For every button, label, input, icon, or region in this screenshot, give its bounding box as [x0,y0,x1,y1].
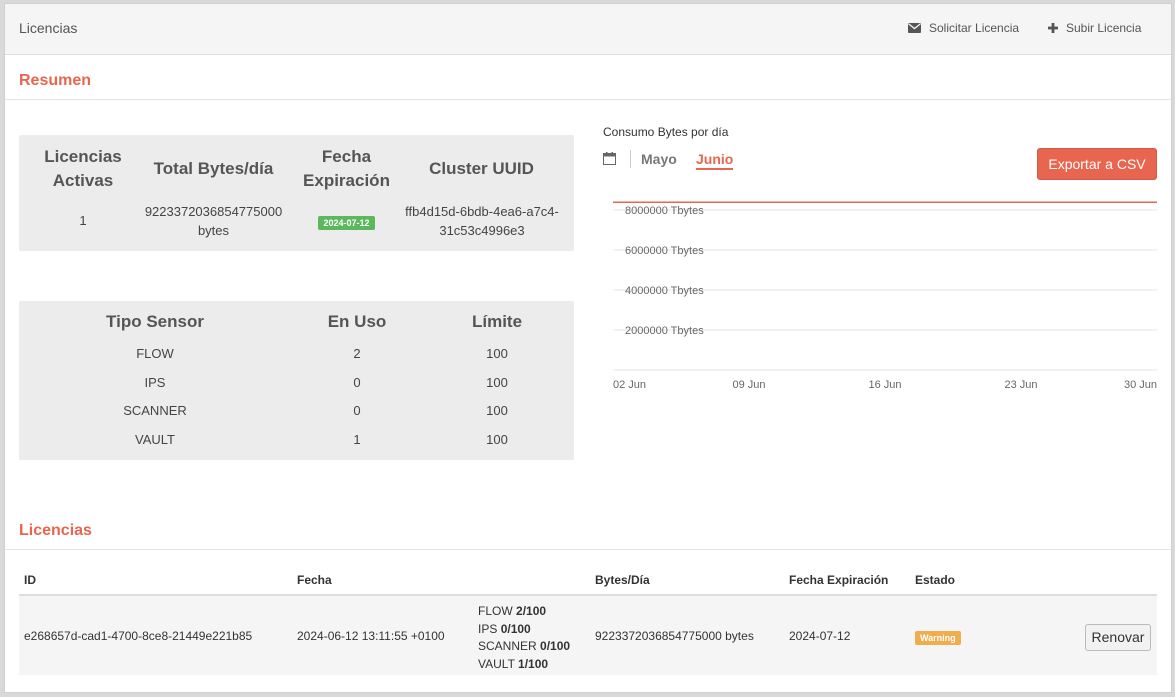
x-tick-label: 30 Jun [1124,379,1157,391]
licenses-section-title: Licencias [19,522,92,539]
sensor-table: Tipo Sensor En Uso Límite FLOW 2 100 IPS… [19,301,574,460]
bytes-line-chart: 8000000 Tbytes 6000000 Tbytes 4000000 Tbyt… [613,201,1157,391]
sensor-usage-scanner: SCANNER 0/100 [478,639,571,653]
license-summary-table: Licencias Activas Total Bytes/día Fecha … [19,135,574,251]
header-in-use: En Uso [327,312,387,331]
expiration-value: 2024-07-12 [294,213,399,231]
plus-icon [1048,23,1058,33]
x-tick-label: 02 Jun [613,379,646,391]
header-limit: Límite [471,312,523,331]
upload-license-label: Subir Licencia [1066,21,1142,35]
calendar-icon[interactable] [603,152,616,165]
divider [5,549,1171,550]
license-bytes: 9223372036854775000 bytes [595,629,754,643]
header-active-licenses: Licencias Activas [44,147,122,190]
tab-mayo[interactable]: Mayo [641,151,677,167]
summary-section-title: Resumen [19,72,92,89]
col-bytes: Bytes/Día [595,573,650,587]
table-row: e268657d-cad1-4700-8ce8-21449e221b85 202… [19,596,1157,675]
sensor-in-use-flow: 2 [353,346,361,361]
y-tick-label: 4000000 Tbytes [625,285,704,297]
license-id: e268657d-cad1-4700-8ce8-21449e221b85 [24,629,253,643]
expiration-badge: 2024-07-12 [318,216,375,230]
status-badge: Warning [915,631,961,645]
header-cluster-uuid: Cluster UUID [429,159,534,178]
sensor-limit-scanner: 100 [486,403,508,418]
sensor-limit-flow: 100 [486,346,508,361]
export-csv-button[interactable]: Exportar a CSV [1037,148,1157,180]
license-date: 2024-06-12 13:11:55 +0100 [297,629,445,643]
tab-divider [630,150,631,168]
license-expiration: 2024-07-12 [789,629,851,643]
licenses-table-header: ID Fecha Bytes/Día Fecha Expiración Esta… [19,564,1157,596]
y-tick-label: 2000000 Tbytes [625,325,704,337]
page-title: Licencias [19,20,78,36]
total-bytes-value: 9223372036854775000 bytes [144,204,283,238]
license-status: Warning [915,630,961,645]
sensor-limit-ips: 100 [486,375,508,390]
header-sensor-type: Tipo Sensor [106,312,204,331]
divider [5,99,1171,100]
envelope-icon [908,23,921,33]
col-status: Estado [915,573,956,587]
x-tick-label: 23 Jun [1004,379,1037,391]
sensor-in-use-vault: 1 [353,432,361,447]
sensor-type-scanner: SCANNER [123,403,187,418]
license-sensors: FLOW 2/100 IPS 0/100 SCANNER 0/100 VAULT… [478,603,570,673]
renew-button[interactable]: Renovar [1085,624,1151,651]
col-expiration: Fecha Expiración [789,573,889,587]
y-tick-label: 8000000 Tbytes [625,205,704,217]
sensor-in-use-scanner: 0 [353,403,361,418]
x-tick-label: 16 Jun [868,379,901,391]
sensor-limit-vault: 100 [486,432,508,447]
x-tick-label: 09 Jun [732,379,765,391]
licenses-panel: Licencias Solicitar Licencia Subir Licen… [4,3,1172,693]
request-license-label: Solicitar Licencia [929,21,1020,35]
sensor-usage-ips: IPS 0/100 [478,621,531,636]
sensor-in-use-ips: 0 [353,375,361,390]
col-date: Fecha [297,573,332,587]
header-total-bytes: Total Bytes/día [153,159,274,178]
sensor-type-ips: IPS [144,375,166,390]
active-licenses-value: 1 [79,213,87,228]
panel-header: Licencias Solicitar Licencia Subir Licen… [5,4,1171,55]
sensor-type-flow: FLOW [136,346,174,361]
sensor-usage-flow: FLOW 2/100 [478,604,547,618]
sensor-type-vault: VAULT [135,432,175,447]
header-expiration: Fecha Expiración [303,147,390,190]
y-tick-label: 6000000 Tbytes [625,245,704,257]
tab-junio[interactable]: Junio [696,151,734,170]
cluster-uuid-value: ffb4d15d-6bdb-4ea6-a7c4-31c53c4996e3 [405,204,559,238]
request-license-button[interactable]: Solicitar Licencia [908,21,1019,35]
sensor-usage-vault: VAULT 1/100 [478,656,549,671]
upload-license-button[interactable]: Subir Licencia [1048,21,1141,35]
chart-title: Consumo Bytes por día [603,125,729,139]
col-id: ID [24,573,36,587]
